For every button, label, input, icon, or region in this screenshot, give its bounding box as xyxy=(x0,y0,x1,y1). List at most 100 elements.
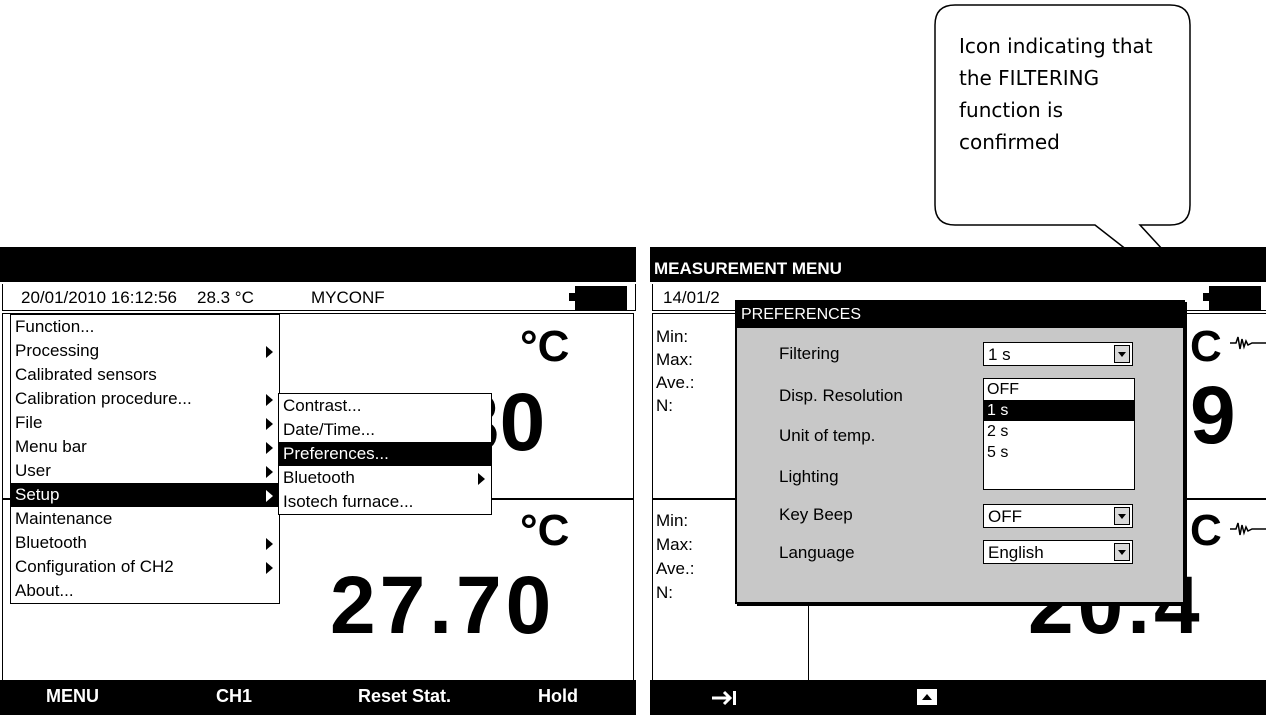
fkey-hold[interactable]: Hold xyxy=(538,686,578,707)
menu-item-calibrated-sensors[interactable]: Calibrated sensors xyxy=(11,363,279,387)
status-bar: 20/01/2010 16:12:56 28.3 °C MYCONF xyxy=(2,284,636,311)
filtering-dropdown-list: OFF 1 s 2 s 5 s xyxy=(983,378,1135,490)
preferences-dialog: PREFERENCES Filtering Disp. Resolution U… xyxy=(735,300,1185,604)
submenu-item-contrast[interactable]: Contrast... xyxy=(279,394,491,418)
filtering-value: 1 s xyxy=(988,345,1011,364)
dropdown-arrow-icon[interactable] xyxy=(1114,507,1130,525)
p1-unit: C xyxy=(1190,322,1222,371)
p1-max-label: Max: xyxy=(656,350,693,369)
menu-item-maintenance[interactable]: Maintenance xyxy=(11,507,279,531)
menu-item-label: Calibration procedure... xyxy=(15,389,192,408)
filter-wave-icon xyxy=(1230,336,1266,350)
status-temp: 28.3 °C xyxy=(197,288,254,307)
label-lighting: Lighting xyxy=(779,467,839,486)
submenu-item-label: Bluetooth xyxy=(283,468,355,487)
ch2-value: 27.70 xyxy=(330,560,556,651)
option-off[interactable]: OFF xyxy=(984,379,1134,400)
main-menu: Function... Processing Calibrated sensor… xyxy=(10,314,280,604)
up-triangle-icon[interactable] xyxy=(916,688,938,706)
fkey-reset-stat[interactable]: Reset Stat. xyxy=(358,686,451,707)
menu-item-label: Menu bar xyxy=(15,437,87,456)
submenu-arrow-icon xyxy=(266,442,273,454)
submenu-arrow-icon xyxy=(266,394,273,406)
menu-item-label: Bluetooth xyxy=(15,533,87,552)
p2-min-label: Min: xyxy=(656,511,689,530)
option-1s[interactable]: 1 s xyxy=(984,400,1134,421)
submenu-arrow-icon xyxy=(266,346,273,358)
submenu-item-preferences[interactable]: Preferences... xyxy=(279,442,491,466)
option-5s[interactable]: 5 s xyxy=(984,442,1134,463)
tab-arrow-icon[interactable] xyxy=(710,689,738,707)
menu-item-processing[interactable]: Processing xyxy=(11,339,279,363)
p2-unit: C xyxy=(1190,506,1222,555)
menu-item-menu-bar[interactable]: Menu bar xyxy=(11,435,279,459)
submenu-item-label: Isotech furnace... xyxy=(283,492,414,511)
option-2s[interactable]: 2 s xyxy=(984,421,1134,442)
menu-item-about[interactable]: About... xyxy=(11,579,279,603)
dropdown-arrow-icon[interactable] xyxy=(1114,543,1130,561)
language-select[interactable]: English xyxy=(983,540,1133,564)
submenu-arrow-icon xyxy=(478,473,485,485)
p1-n-label: N: xyxy=(656,396,673,415)
p2-ave-label: Ave.: xyxy=(656,559,695,578)
menu-item-setup[interactable]: Setup xyxy=(11,483,279,507)
filter-wave-icon xyxy=(1230,522,1266,536)
menu-item-configuration-ch2[interactable]: Configuration of CH2 xyxy=(11,555,279,579)
right-status-date: 14/01/2 xyxy=(663,288,720,307)
submenu-item-label: Date/Time... xyxy=(283,420,375,439)
left-function-bar: MENU CH1 Reset Stat. Hold xyxy=(0,680,636,715)
left-screen: 20/01/2010 16:12:56 28.3 °C MYCONF °C 28… xyxy=(0,247,636,715)
submenu-item-isotech-furnace[interactable]: Isotech furnace... xyxy=(279,490,491,514)
fkey-menu[interactable]: MENU xyxy=(46,686,99,707)
right-function-bar xyxy=(650,680,1266,715)
ch2-unit: °C xyxy=(520,506,570,555)
key-beep-select[interactable]: OFF xyxy=(983,504,1133,528)
right-title: MEASUREMENT MENU xyxy=(654,259,842,278)
p1-value-tail: 9 xyxy=(1190,370,1236,461)
setup-submenu: Contrast... Date/Time... Preferences... … xyxy=(278,393,492,515)
right-screen: MEASUREMENT MENU 14/01/2 Min: Max: Ave.:… xyxy=(650,247,1266,715)
submenu-item-label: Preferences... xyxy=(283,444,389,463)
menu-item-label: Configuration of CH2 xyxy=(15,557,174,576)
submenu-arrow-icon xyxy=(266,418,273,430)
p2-max-label: Max: xyxy=(656,535,693,554)
menu-item-label: File xyxy=(15,413,43,432)
menu-item-label: Function... xyxy=(15,317,95,336)
label-language: Language xyxy=(779,543,855,562)
label-unit-of-temp: Unit of temp. xyxy=(779,426,876,445)
submenu-arrow-icon xyxy=(266,562,273,574)
top-black-strip xyxy=(0,247,636,282)
label-disp-resolution: Disp. Resolution xyxy=(779,386,903,405)
submenu-item-bluetooth[interactable]: Bluetooth xyxy=(279,466,491,490)
status-config: MYCONF xyxy=(311,288,385,307)
dropdown-arrow-icon[interactable] xyxy=(1114,345,1130,363)
menu-item-label: User xyxy=(15,461,51,480)
menu-item-label: Setup xyxy=(15,485,60,504)
ch1-unit: °C xyxy=(520,322,570,371)
p1-min-label: Min: xyxy=(656,327,689,346)
key-beep-value: OFF xyxy=(988,507,1022,526)
submenu-arrow-icon xyxy=(266,490,273,502)
battery-icon xyxy=(569,286,627,310)
battery-icon xyxy=(1203,286,1261,310)
menu-item-calibration-procedure[interactable]: Calibration procedure... xyxy=(11,387,279,411)
menu-item-function[interactable]: Function... xyxy=(11,315,279,339)
p2-n-label: N: xyxy=(656,583,673,602)
menu-item-bluetooth[interactable]: Bluetooth xyxy=(11,531,279,555)
filtering-select[interactable]: 1 s xyxy=(983,342,1133,366)
menu-item-file[interactable]: File xyxy=(11,411,279,435)
fkey-ch1[interactable]: CH1 xyxy=(216,686,252,707)
right-title-bar: MEASUREMENT MENU xyxy=(650,247,1266,282)
menu-item-label: Maintenance xyxy=(15,509,113,528)
submenu-item-date-time[interactable]: Date/Time... xyxy=(279,418,491,442)
menu-item-user[interactable]: User xyxy=(11,459,279,483)
submenu-arrow-icon xyxy=(266,538,273,550)
menu-item-label: Calibrated sensors xyxy=(15,365,157,384)
language-value: English xyxy=(988,543,1044,562)
label-key-beep: Key Beep xyxy=(779,505,853,524)
p1-ave-label: Ave.: xyxy=(656,373,695,392)
submenu-arrow-icon xyxy=(266,466,273,478)
menu-item-label: About... xyxy=(15,581,74,600)
callout-text: Icon indicating that the FILTERING funct… xyxy=(959,34,1153,154)
label-filtering: Filtering xyxy=(779,344,840,363)
